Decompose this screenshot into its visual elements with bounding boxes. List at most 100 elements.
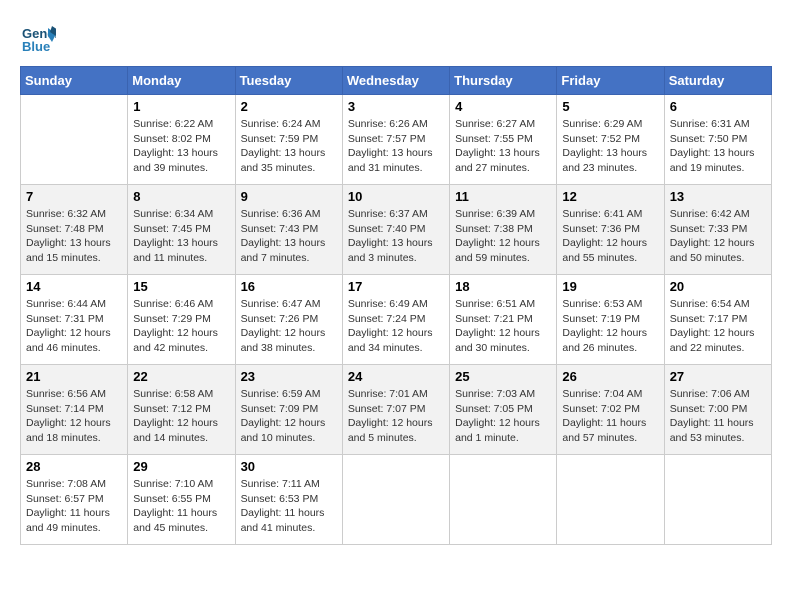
calendar-cell: 15 Sunrise: 6:46 AMSunset: 7:29 PMDayligh…: [128, 275, 235, 365]
calendar-cell: 30 Sunrise: 7:11 AMSunset: 6:53 PMDayligh…: [235, 455, 342, 545]
calendar-cell: 11 Sunrise: 6:39 AMSunset: 7:38 PMDayligh…: [450, 185, 557, 275]
day-info: Sunrise: 6:46 AMSunset: 7:29 PMDaylight:…: [133, 297, 229, 356]
day-info: Sunrise: 7:06 AMSunset: 7:00 PMDaylight:…: [670, 387, 766, 446]
calendar-cell: 6 Sunrise: 6:31 AMSunset: 7:50 PMDaylight…: [664, 95, 771, 185]
day-number: 17: [348, 279, 444, 294]
calendar-cell: 2Sunrise: 6:24 AMSunset: 7:59 PMDaylight…: [235, 95, 342, 185]
calendar-cell: 1 Sunrise: 6:22 AMSunset: 8:02 PMDaylight…: [128, 95, 235, 185]
day-info: Sunrise: 7:10 AMSunset: 6:55 PMDaylight:…: [133, 477, 229, 536]
day-info: Sunrise: 6:44 AMSunset: 7:31 PMDaylight:…: [26, 297, 122, 356]
calendar-cell: 19 Sunrise: 6:53 AMSunset: 7:19 PMDayligh…: [557, 275, 664, 365]
calendar-cell: 12 Sunrise: 6:41 AMSunset: 7:36 PMDayligh…: [557, 185, 664, 275]
day-info: Sunrise: 6:32 AMSunset: 7:48 PMDaylight:…: [26, 207, 122, 266]
day-info: Sunrise: 6:58 AMSunset: 7:12 PMDaylight:…: [133, 387, 229, 446]
day-number: 5: [562, 99, 658, 114]
day-number: 6: [670, 99, 766, 114]
calendar-cell: 16Sunrise: 6:47 AMSunset: 7:26 PMDayligh…: [235, 275, 342, 365]
calendar-cell: 17Sunrise: 6:49 AMSunset: 7:24 PMDayligh…: [342, 275, 449, 365]
day-number: 18: [455, 279, 551, 294]
column-header-sunday: Sunday: [21, 67, 128, 95]
day-number: 24: [348, 369, 444, 384]
day-info: Sunrise: 6:37 AMSunset: 7:40 PMDaylight:…: [348, 207, 444, 266]
week-row-2: 7 Sunrise: 6:32 AMSunset: 7:48 PMDaylight…: [21, 185, 772, 275]
day-number: 14: [26, 279, 122, 294]
calendar-cell: 26 Sunrise: 7:04 AMSunset: 7:02 PMDayligh…: [557, 365, 664, 455]
week-row-5: 28 Sunrise: 7:08 AMSunset: 6:57 PMDayligh…: [21, 455, 772, 545]
day-info: Sunrise: 6:51 AMSunset: 7:21 PMDaylight:…: [455, 297, 551, 356]
day-number: 22: [133, 369, 229, 384]
day-number: 15: [133, 279, 229, 294]
day-number: 30: [241, 459, 337, 474]
day-info: Sunrise: 6:34 AMSunset: 7:45 PMDaylight:…: [133, 207, 229, 266]
column-header-thursday: Thursday: [450, 67, 557, 95]
day-number: 4: [455, 99, 551, 114]
day-info: Sunrise: 6:36 AMSunset: 7:43 PMDaylight:…: [241, 207, 337, 266]
day-info: Sunrise: 7:11 AMSunset: 6:53 PMDaylight:…: [241, 477, 337, 536]
calendar-cell: 21 Sunrise: 6:56 AMSunset: 7:14 PMDayligh…: [21, 365, 128, 455]
day-number: 28: [26, 459, 122, 474]
day-info: Sunrise: 7:08 AMSunset: 6:57 PMDaylight:…: [26, 477, 122, 536]
calendar-cell: 3 Sunrise: 6:26 AMSunset: 7:57 PMDaylight…: [342, 95, 449, 185]
day-number: 11: [455, 189, 551, 204]
calendar-cell: 23 Sunrise: 6:59 AMSunset: 7:09 PMDayligh…: [235, 365, 342, 455]
day-number: 7: [26, 189, 122, 204]
day-info: Sunrise: 6:41 AMSunset: 7:36 PMDaylight:…: [562, 207, 658, 266]
svg-text:Blue: Blue: [22, 39, 50, 54]
day-info: Sunrise: 6:22 AMSunset: 8:02 PMDaylight:…: [133, 117, 229, 176]
day-number: 23: [241, 369, 337, 384]
day-number: 8: [133, 189, 229, 204]
calendar-cell: 18 Sunrise: 6:51 AMSunset: 7:21 PMDayligh…: [450, 275, 557, 365]
week-row-1: 1 Sunrise: 6:22 AMSunset: 8:02 PMDaylight…: [21, 95, 772, 185]
column-header-wednesday: Wednesday: [342, 67, 449, 95]
day-number: 29: [133, 459, 229, 474]
calendar-cell: 13 Sunrise: 6:42 AMSunset: 7:33 PMDayligh…: [664, 185, 771, 275]
calendar-table: SundayMondayTuesdayWednesdayThursdayFrid…: [20, 66, 772, 545]
calendar-cell: 7 Sunrise: 6:32 AMSunset: 7:48 PMDaylight…: [21, 185, 128, 275]
day-info: Sunrise: 6:39 AMSunset: 7:38 PMDaylight:…: [455, 207, 551, 266]
calendar-cell: [450, 455, 557, 545]
column-header-friday: Friday: [557, 67, 664, 95]
day-number: 3: [348, 99, 444, 114]
calendar-cell: 28 Sunrise: 7:08 AMSunset: 6:57 PMDayligh…: [21, 455, 128, 545]
day-info: Sunrise: 6:59 AMSunset: 7:09 PMDaylight:…: [241, 387, 337, 446]
day-info: Sunrise: 6:54 AMSunset: 7:17 PMDaylight:…: [670, 297, 766, 356]
day-number: 19: [562, 279, 658, 294]
logo-icon: General Blue: [20, 20, 56, 56]
day-number: 26: [562, 369, 658, 384]
calendar-cell: 25 Sunrise: 7:03 AMSunset: 7:05 PMDayligh…: [450, 365, 557, 455]
calendar-cell: 22 Sunrise: 6:58 AMSunset: 7:12 PMDayligh…: [128, 365, 235, 455]
calendar-cell: [557, 455, 664, 545]
day-info: Sunrise: 6:26 AMSunset: 7:57 PMDaylight:…: [348, 117, 444, 176]
calendar-cell: 5 Sunrise: 6:29 AMSunset: 7:52 PMDaylight…: [557, 95, 664, 185]
day-number: 20: [670, 279, 766, 294]
header-row: SundayMondayTuesdayWednesdayThursdayFrid…: [21, 67, 772, 95]
day-info: Sunrise: 7:04 AMSunset: 7:02 PMDaylight:…: [562, 387, 658, 446]
day-info: Sunrise: 7:03 AMSunset: 7:05 PMDaylight:…: [455, 387, 551, 446]
page-header: General Blue: [20, 20, 772, 56]
day-number: 12: [562, 189, 658, 204]
day-number: 25: [455, 369, 551, 384]
week-row-3: 14 Sunrise: 6:44 AMSunset: 7:31 PMDayligh…: [21, 275, 772, 365]
day-info: Sunrise: 6:53 AMSunset: 7:19 PMDaylight:…: [562, 297, 658, 356]
day-info: Sunrise: 6:56 AMSunset: 7:14 PMDaylight:…: [26, 387, 122, 446]
calendar-cell: 27Sunrise: 7:06 AMSunset: 7:00 PMDayligh…: [664, 365, 771, 455]
day-number: 1: [133, 99, 229, 114]
week-row-4: 21 Sunrise: 6:56 AMSunset: 7:14 PMDayligh…: [21, 365, 772, 455]
calendar-cell: 20 Sunrise: 6:54 AMSunset: 7:17 PMDayligh…: [664, 275, 771, 365]
calendar-cell: [664, 455, 771, 545]
day-number: 13: [670, 189, 766, 204]
day-number: 10: [348, 189, 444, 204]
day-info: Sunrise: 6:42 AMSunset: 7:33 PMDaylight:…: [670, 207, 766, 266]
column-header-tuesday: Tuesday: [235, 67, 342, 95]
calendar-cell: 10 Sunrise: 6:37 AMSunset: 7:40 PMDayligh…: [342, 185, 449, 275]
column-header-saturday: Saturday: [664, 67, 771, 95]
day-number: 21: [26, 369, 122, 384]
day-number: 16: [241, 279, 337, 294]
day-number: 2: [241, 99, 337, 114]
calendar-cell: 24 Sunrise: 7:01 AMSunset: 7:07 PMDayligh…: [342, 365, 449, 455]
day-info: Sunrise: 7:01 AMSunset: 7:07 PMDaylight:…: [348, 387, 444, 446]
day-info: Sunrise: 6:29 AMSunset: 7:52 PMDaylight:…: [562, 117, 658, 176]
calendar-cell: 9Sunrise: 6:36 AMSunset: 7:43 PMDaylight…: [235, 185, 342, 275]
column-header-monday: Monday: [128, 67, 235, 95]
day-info: Sunrise: 6:31 AMSunset: 7:50 PMDaylight:…: [670, 117, 766, 176]
